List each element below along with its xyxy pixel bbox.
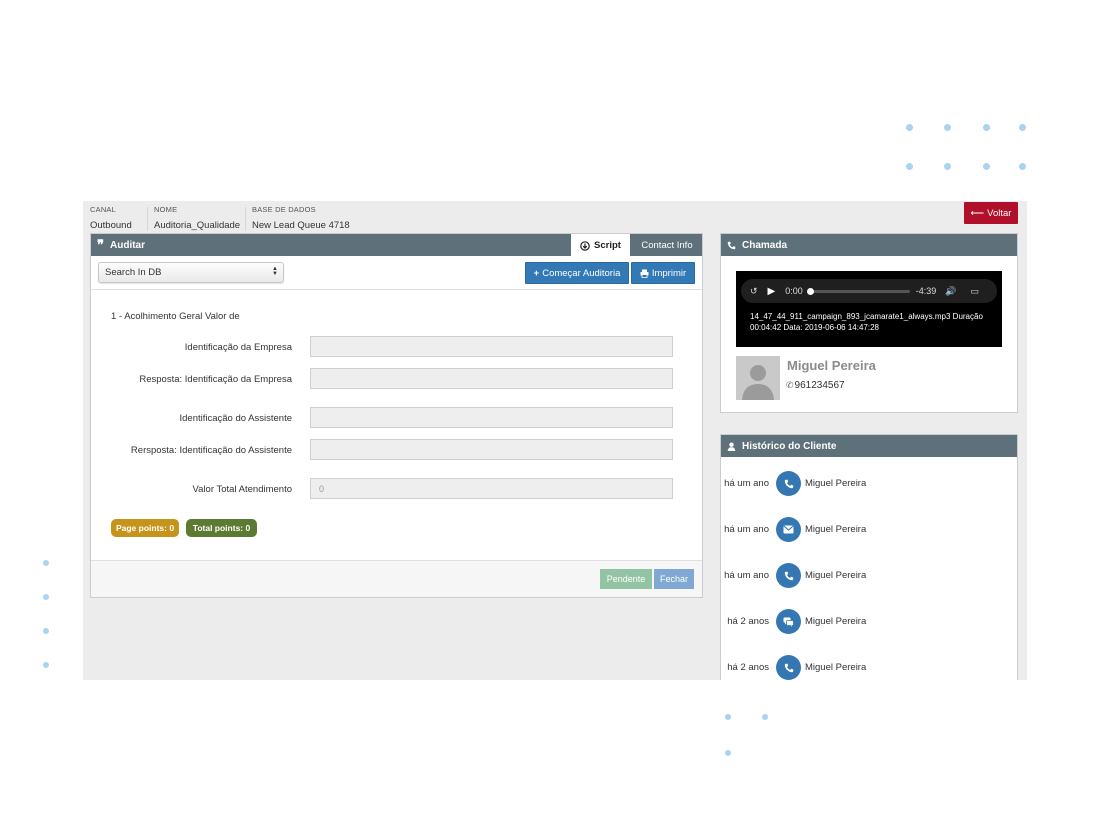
chamada-title: Chamada bbox=[742, 239, 788, 251]
close-button[interactable]: Fechar bbox=[654, 569, 694, 589]
contact-name: Miguel Pereira bbox=[787, 358, 876, 373]
arrow-circle-icon bbox=[580, 240, 590, 251]
field-label: Resposta: Identificação da Empresa bbox=[139, 374, 292, 385]
contact-phone-number: 961234567 bbox=[794, 380, 845, 391]
recording-caption: 14_47_44_911_campaign_893_jcamarate1_alw… bbox=[750, 312, 983, 332]
auditar-toolbar: Search In DB ▲ ▼ + Começar Auditoria Impr… bbox=[91, 256, 702, 290]
history-item[interactable]: há 2 anos Miguel Pereira bbox=[721, 607, 1017, 637]
auditar-panel: ❞ Auditar Script Contact Info Search In … bbox=[90, 233, 703, 598]
history-name: Miguel Pereira bbox=[805, 616, 867, 627]
auditar-footer: Pendente Fechar bbox=[91, 560, 702, 597]
chamada-panel-header: Chamada bbox=[721, 234, 1017, 256]
plus-icon: + bbox=[533, 267, 540, 279]
resposta-assistente-input[interactable] bbox=[310, 439, 673, 460]
empresa-input[interactable] bbox=[310, 336, 673, 357]
start-audit-label: Começar Auditoria bbox=[542, 267, 621, 279]
history-item[interactable]: há um ano Miguel Pereira bbox=[721, 561, 1017, 591]
header-base-label: BASE DE DADOS bbox=[252, 205, 316, 214]
header-base-de-dados: BASE DE DADOS New Lead Queue 4718 bbox=[252, 205, 350, 231]
history-time: há um ano bbox=[724, 478, 769, 489]
historico-title: Histórico do Cliente bbox=[742, 440, 837, 452]
seek-bar[interactable] bbox=[806, 287, 910, 295]
printer-icon bbox=[640, 269, 649, 278]
contact-phone[interactable]: ✆ 961234567 bbox=[786, 380, 845, 391]
tab-contact-info[interactable]: Contact Info bbox=[631, 234, 703, 257]
history-name: Miguel Pereira bbox=[805, 478, 867, 489]
history-item[interactable]: há um ano Miguel Pereira bbox=[721, 469, 1017, 499]
audio-controls: ↺ ▶ 0:00 -4:39 🔊 ▭ bbox=[741, 279, 997, 303]
history-time: há 2 anos bbox=[727, 662, 769, 673]
history-name: Miguel Pereira bbox=[805, 524, 867, 535]
tab-script[interactable]: Script bbox=[571, 234, 630, 257]
history-name: Miguel Pereira bbox=[805, 662, 867, 673]
field-label: Valor Total Atendimento bbox=[192, 484, 292, 495]
start-audit-button[interactable]: + Começar Auditoria bbox=[525, 262, 629, 284]
user-silhouette-icon bbox=[742, 365, 774, 400]
phone-icon bbox=[727, 241, 736, 249]
header-canal-label: CANAL bbox=[90, 205, 117, 214]
section-title: 1 - Acolhimento Geral Valor de bbox=[111, 311, 240, 322]
header-canal-value: Outbound bbox=[90, 220, 132, 231]
quote-icon: ❞ bbox=[97, 237, 104, 252]
audio-player: ↺ ▶ 0:00 -4:39 🔊 ▭ 14_47_44_911_campaign… bbox=[736, 271, 1002, 347]
user-icon bbox=[727, 442, 736, 451]
tab-contact-info-label: Contact Info bbox=[641, 240, 693, 251]
header-nome: NOME Auditoria_Qualidade bbox=[154, 205, 240, 231]
auditar-title: Auditar bbox=[110, 239, 145, 251]
field-label: Identificação do Assistente bbox=[179, 413, 293, 424]
historico-panel: Histórico do Cliente há um ano Miguel Pe… bbox=[720, 434, 1018, 680]
tab-script-label: Script bbox=[594, 240, 621, 251]
field-label: Rersposta: Identificação do Assistente bbox=[130, 445, 292, 456]
history-item[interactable]: há 2 anos Miguel Pereira bbox=[721, 653, 1017, 680]
header-divider bbox=[147, 207, 148, 231]
history-time: há um ano bbox=[724, 524, 769, 535]
airplay-icon[interactable]: ▭ bbox=[971, 286, 980, 297]
print-button[interactable]: Imprimir bbox=[631, 262, 695, 284]
envelope-icon bbox=[776, 517, 801, 542]
arrow-left-icon: ⟵ bbox=[970, 207, 985, 219]
header-base-value: New Lead Queue 4718 bbox=[252, 220, 350, 231]
chamada-panel: Chamada ↺ ▶ 0:00 -4:39 🔊 ▭ 14_47_44_911_… bbox=[720, 233, 1018, 413]
back-button-label: Voltar bbox=[987, 207, 1012, 219]
remaining-time: -4:39 bbox=[915, 286, 937, 296]
field-label: Identificação da Empresa bbox=[184, 342, 292, 353]
header-nome-value: Auditoria_Qualidade bbox=[154, 220, 241, 231]
total-points-badge: Total points: 0 bbox=[186, 519, 257, 537]
phone-small-icon: ✆ bbox=[786, 380, 794, 390]
avatar bbox=[736, 356, 780, 400]
history-time: há 2 anos bbox=[727, 616, 769, 627]
play-icon[interactable]: ▶ bbox=[768, 286, 776, 297]
header-divider bbox=[245, 207, 246, 231]
phone-icon bbox=[776, 471, 801, 496]
print-label: Imprimir bbox=[651, 267, 687, 279]
phone-icon bbox=[776, 655, 801, 680]
chat-icon bbox=[776, 609, 801, 634]
assistente-input[interactable] bbox=[310, 407, 673, 428]
page-points-badge: Page points: 0 bbox=[111, 519, 179, 537]
resposta-empresa-input[interactable] bbox=[310, 368, 673, 389]
back-button[interactable]: ⟵ Voltar bbox=[964, 202, 1018, 224]
select-arrows-icon: ▲ ▼ bbox=[272, 266, 278, 277]
search-db-select[interactable]: Search In DB ▲ ▼ bbox=[98, 262, 284, 283]
historico-panel-header: Histórico do Cliente bbox=[721, 435, 1017, 457]
search-db-select-value: Search In DB bbox=[105, 267, 162, 278]
valor-total-input[interactable]: 0 bbox=[310, 478, 673, 499]
phone-icon bbox=[776, 563, 801, 588]
pending-button[interactable]: Pendente bbox=[600, 569, 652, 589]
history-item[interactable]: há um ano Miguel Pereira bbox=[721, 515, 1017, 545]
seek-knob[interactable] bbox=[806, 287, 814, 295]
app-window: CANAL Outbound NOME Auditoria_Qualidade … bbox=[83, 201, 1027, 680]
volume-icon[interactable]: 🔊 bbox=[945, 286, 956, 297]
header-canal: CANAL Outbound bbox=[90, 205, 132, 231]
audit-form: 1 - Acolhimento Geral Valor de Identific… bbox=[91, 290, 702, 560]
rewind-15-icon[interactable]: ↺ bbox=[750, 286, 758, 297]
header-nome-label: NOME bbox=[154, 205, 178, 214]
history-time: há um ano bbox=[724, 570, 769, 581]
current-time: 0:00 bbox=[785, 286, 803, 296]
history-name: Miguel Pereira bbox=[805, 570, 867, 581]
